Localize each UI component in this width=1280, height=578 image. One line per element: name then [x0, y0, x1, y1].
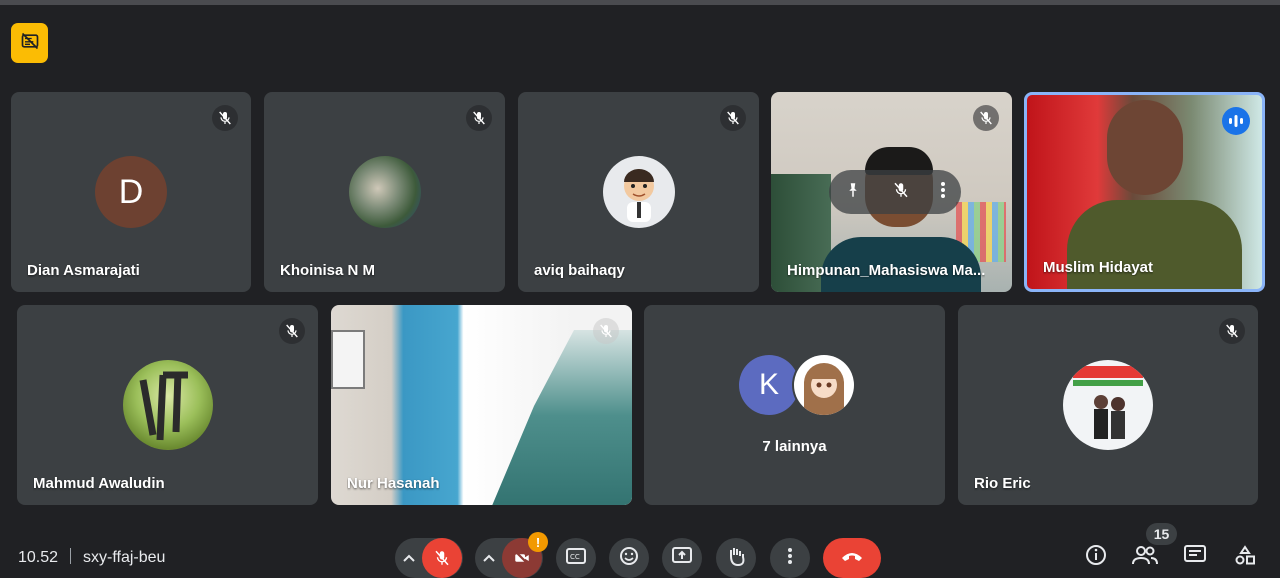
pin-icon[interactable] — [844, 181, 862, 204]
avatar: K — [739, 355, 799, 415]
bottom-control-bar: 10.52 sxy-ffaj-beu ! CC — [0, 530, 1280, 578]
svg-text:CC: CC — [570, 553, 580, 561]
person-head — [1107, 100, 1183, 195]
meeting-code: sxy-ffaj-beu — [83, 549, 166, 566]
mic-off-icon — [973, 105, 999, 131]
captions-button[interactable]: CC — [556, 538, 596, 578]
captions-icon: CC — [566, 547, 586, 569]
no-video-badge[interactable] — [11, 23, 48, 63]
mic-off-icon — [279, 318, 305, 344]
no-video-badge-icon — [20, 31, 40, 56]
participant-name: aviq baihaqy — [534, 262, 625, 279]
call-end-icon — [840, 549, 864, 567]
camera-warning-badge: ! — [528, 532, 548, 552]
raise-hand-icon — [727, 546, 745, 571]
info-icon — [1085, 544, 1107, 571]
leave-call-button[interactable] — [823, 538, 881, 578]
present-button[interactable] — [662, 538, 702, 578]
participant-tile[interactable]: Khoinisa N M — [264, 92, 505, 292]
participant-tile-video[interactable]: Himpunan_Mahasiswa Ma... — [771, 92, 1012, 292]
chevron-up-icon[interactable] — [483, 549, 495, 567]
participant-name: Mahmud Awaludin — [33, 475, 165, 492]
avatar — [122, 360, 213, 450]
wall-certificate — [331, 330, 365, 389]
mic-off-icon — [720, 105, 746, 131]
mute-participant-icon[interactable] — [892, 181, 910, 204]
present-icon — [672, 546, 692, 570]
person-hijab — [486, 330, 632, 505]
avatar — [792, 353, 856, 417]
avatar — [348, 156, 421, 228]
speaking-icon — [1222, 107, 1250, 135]
person-uniform — [1067, 200, 1242, 289]
mic-off-icon — [212, 105, 238, 131]
participant-tile[interactable]: Rio Eric — [958, 305, 1258, 505]
emoji-button[interactable] — [609, 538, 649, 578]
more-vert-icon[interactable] — [940, 181, 946, 204]
mic-control-group — [395, 538, 463, 578]
meeting-details-button[interactable] — [1083, 544, 1109, 571]
participant-tile-video[interactable]: Nur Hasanah — [331, 305, 632, 505]
participant-tile[interactable]: D Dian Asmarajati — [11, 92, 251, 292]
participant-name: Nur Hasanah — [347, 475, 440, 492]
tile-hover-controls — [829, 170, 961, 214]
activities-button[interactable] — [1232, 544, 1258, 570]
chat-button[interactable] — [1182, 544, 1208, 570]
top-divider — [0, 0, 1280, 5]
participant-tile[interactable]: Mahmud Awaludin — [17, 305, 318, 505]
participant-name: Dian Asmarajati — [27, 262, 140, 279]
avatar — [602, 156, 675, 228]
chevron-up-icon[interactable] — [403, 549, 415, 567]
people-button[interactable] — [1132, 545, 1158, 569]
mic-toggle-button[interactable] — [422, 538, 462, 578]
chat-icon — [1184, 544, 1206, 570]
mic-off-icon — [466, 105, 492, 131]
avatar-letter: D — [118, 172, 144, 211]
others-tile[interactable]: K 7 lainnya — [644, 305, 945, 505]
avatar — [1063, 360, 1153, 450]
camera-control-group: ! — [475, 532, 548, 578]
more-options-button[interactable] — [770, 538, 810, 578]
activities-icon — [1234, 544, 1256, 570]
participants-count-badge: 15 — [1146, 523, 1177, 545]
meeting-info: 10.52 sxy-ffaj-beu — [18, 548, 165, 567]
people-icon — [1132, 545, 1158, 570]
others-count-label: 7 lainnya — [762, 438, 827, 455]
mic-off-icon — [593, 318, 619, 344]
raise-hand-button[interactable] — [716, 538, 756, 578]
participant-name: Muslim Hidayat — [1043, 259, 1154, 276]
mic-off-icon — [1219, 318, 1245, 344]
participant-name: Khoinisa N M — [280, 262, 376, 279]
avatar-letter: K — [758, 368, 779, 401]
emoji-icon — [619, 546, 639, 571]
participant-tile-active-speaker[interactable]: Muslim Hidayat — [1024, 92, 1265, 292]
participant-name: Himpunan_Mahasiswa Ma... — [787, 262, 986, 279]
participant-tile[interactable]: aviq baihaqy — [518, 92, 759, 292]
more-vert-icon — [787, 547, 793, 570]
meeting-time: 10.52 — [18, 549, 59, 566]
avatar: D — [95, 156, 167, 228]
participant-name: Rio Eric — [974, 475, 1031, 492]
